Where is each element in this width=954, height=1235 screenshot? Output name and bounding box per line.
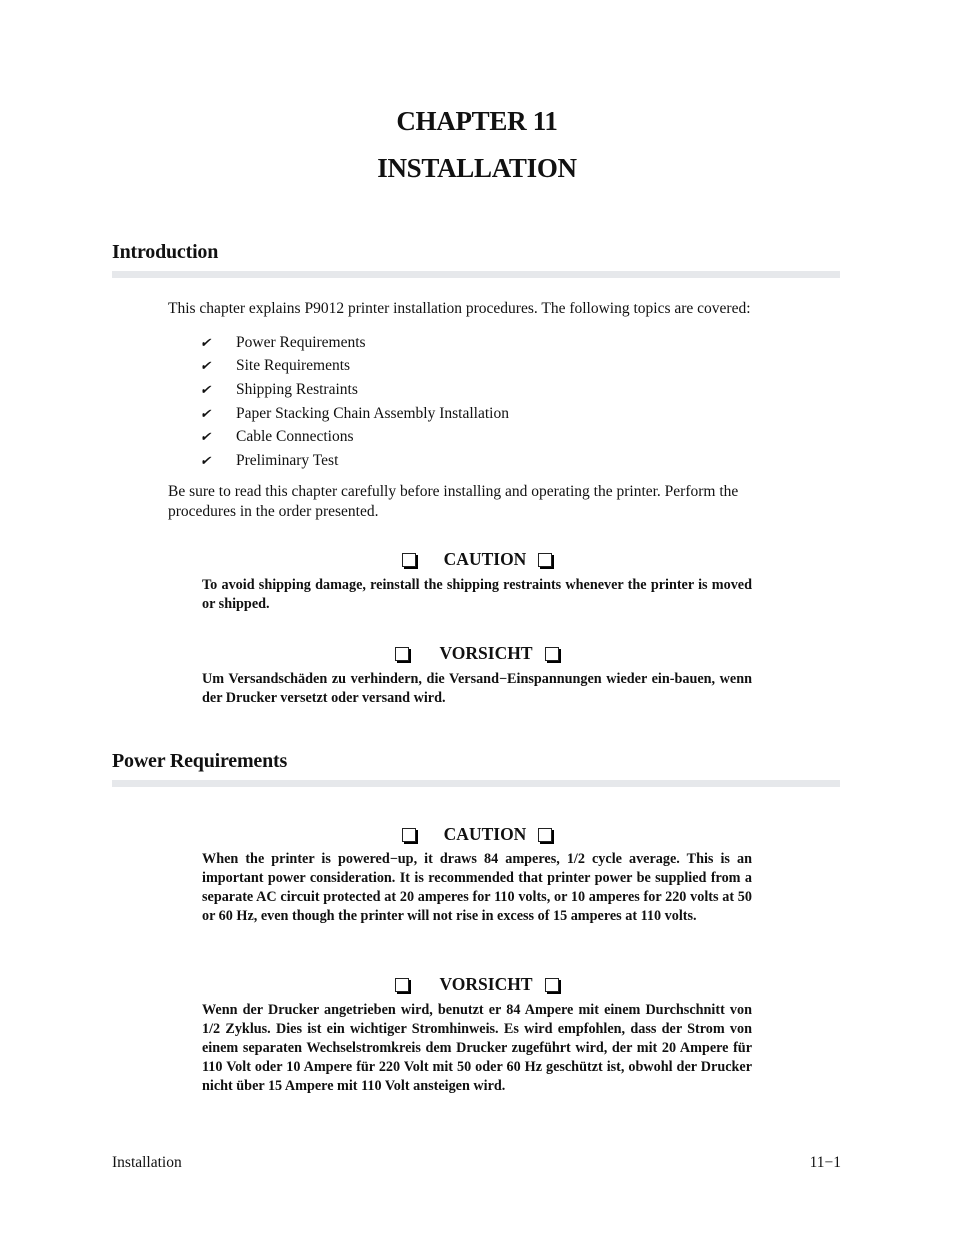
box-icon (538, 552, 553, 567)
list-item: ✔︎ Site Requirements (200, 355, 509, 379)
topic-label: Preliminary Test (236, 451, 339, 469)
topic-label: Paper Stacking Chain Assembly Installati… (236, 404, 509, 422)
topic-label: Cable Connections (236, 428, 354, 446)
section-divider (112, 271, 840, 278)
box-icon (401, 827, 416, 842)
caution-title: CAUTION (0, 549, 954, 572)
vorsicht-label: VORSICHT (439, 643, 533, 663)
check-mark-icon: ✔︎ (200, 334, 211, 350)
caution-text: When the printer is powered−up, it draws… (202, 851, 752, 924)
topic-label: Power Requirements (236, 333, 366, 351)
box-icon (395, 646, 410, 661)
topics-list: ✔︎ Power Requirements ✔︎ Site Requirements… (200, 331, 509, 473)
check-mark-icon: ✔︎ (200, 429, 211, 445)
intro-paragraph: This chapter explains P9012 printer inst… (168, 300, 751, 317)
box-icon (544, 646, 559, 661)
caution-title: CAUTION (0, 824, 954, 847)
caution-label: CAUTION (443, 549, 527, 569)
topic-label: Shipping Restraints (236, 380, 358, 398)
topic-label: Site Requirements (236, 357, 351, 375)
caution-label: CAUTION (443, 824, 527, 844)
footer-chapter-name: Installation (112, 1154, 182, 1171)
list-item: ✔︎ Shipping Restraints (200, 378, 509, 402)
box-icon (401, 552, 416, 567)
chapter-title: INSTALLATION (377, 153, 577, 183)
box-icon (544, 977, 559, 992)
list-item: ✔︎ Cable Connections (200, 425, 509, 449)
vorsicht-title: VORSICHT (0, 643, 954, 666)
vorsicht-title: VORSICHT (0, 974, 954, 997)
box-icon (395, 977, 410, 992)
section-heading-introduction: Introduction (112, 241, 219, 263)
check-mark-icon: ✔︎ (200, 381, 211, 397)
section-heading-power-requirements: Power Requirements (112, 750, 288, 772)
footer-page-number: 11−1 (809, 1154, 841, 1171)
list-item: ✔︎ Power Requirements (200, 331, 509, 355)
list-item: ✔︎ Paper Stacking Chain Assembly Installa… (200, 402, 509, 426)
check-mark-icon: ✔︎ (200, 405, 211, 421)
vorsicht-text: Um Versandschäden zu verhindern, die Ver… (202, 671, 752, 706)
vorsicht-text: Wenn der Drucker angetrieben wird, benut… (202, 1002, 752, 1094)
closing-paragraph: Be sure to read this chapter carefully b… (168, 483, 739, 520)
caution-text: To avoid shipping damage, reinstall the … (202, 577, 752, 612)
box-icon (538, 827, 553, 842)
section-divider (112, 780, 840, 787)
check-mark-icon: ✔︎ (200, 358, 211, 374)
check-mark-icon: ✔︎ (200, 452, 211, 468)
chapter-number: CHAPTER 11 (396, 106, 558, 136)
vorsicht-label: VORSICHT (439, 974, 533, 994)
list-item: ✔︎ Preliminary Test (200, 449, 509, 473)
